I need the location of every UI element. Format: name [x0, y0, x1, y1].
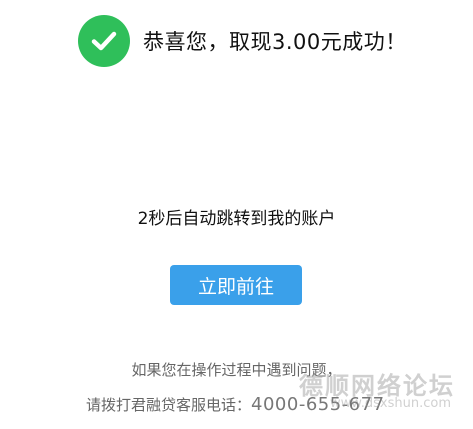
check-circle-icon [78, 15, 130, 67]
watermark-url: www.dsxshun.com [330, 396, 451, 411]
success-banner: 恭喜您，取现3.00元成功！ [78, 14, 407, 68]
redirect-countdown-text: 2秒后自动跳转到我的账户 [137, 209, 336, 229]
go-now-button[interactable]: 立即前往 [170, 265, 302, 305]
customer-service-label: 请拨打君融贷客服电话： [86, 396, 252, 414]
success-message: 恭喜您，取现3.00元成功！ [143, 30, 407, 54]
